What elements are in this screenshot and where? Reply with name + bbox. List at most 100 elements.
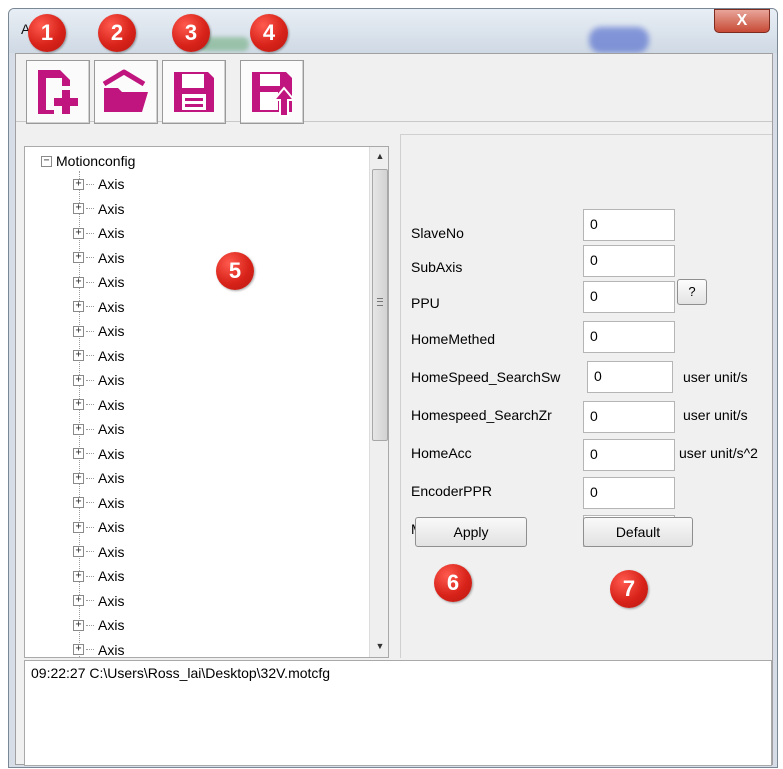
expand-icon[interactable]: + bbox=[73, 325, 84, 337]
title-decoration bbox=[589, 27, 649, 53]
tree-item-axis[interactable]: + Axis bbox=[73, 321, 124, 341]
home-method-help-button[interactable]: ? bbox=[677, 279, 707, 305]
new-file-plus-icon bbox=[38, 70, 78, 114]
annotation-marker-2: 2 bbox=[98, 14, 136, 52]
expand-icon[interactable]: + bbox=[73, 252, 84, 263]
tree-connector bbox=[86, 257, 94, 258]
tree-connector bbox=[86, 379, 94, 381]
annotation-marker-5: 5 bbox=[216, 252, 254, 290]
tree-connector bbox=[86, 551, 94, 552]
tree-item-axis[interactable]: + Axis bbox=[73, 566, 124, 586]
tree-item-label: Axis bbox=[98, 396, 125, 413]
tree-item-axis[interactable]: + Axis bbox=[73, 174, 124, 194]
field-input[interactable]: 0 bbox=[583, 321, 675, 353]
log-output[interactable]: 09:22:27 C:\Users\Ross_lai\Desktop\32V.m… bbox=[24, 660, 772, 766]
close-button[interactable]: X bbox=[714, 9, 770, 33]
tree-connector bbox=[86, 477, 94, 479]
tree-item-axis[interactable]: + Axis bbox=[73, 395, 124, 415]
tree-item-label: Axis bbox=[98, 470, 125, 486]
expand-icon[interactable]: + bbox=[73, 570, 84, 582]
save-button[interactable] bbox=[162, 60, 226, 124]
tree-item-axis[interactable]: + Axis bbox=[73, 468, 124, 488]
tree-connector bbox=[86, 526, 94, 528]
app-window: A etu X bbox=[8, 8, 778, 768]
scroll-thumb[interactable] bbox=[372, 169, 388, 441]
expand-icon[interactable]: + bbox=[73, 644, 84, 655]
expand-icon[interactable]: + bbox=[73, 448, 84, 459]
scroll-down-arrow-icon[interactable]: ▼ bbox=[370, 637, 388, 655]
field-input[interactable]: 0 bbox=[583, 401, 675, 433]
expand-icon[interactable]: + bbox=[73, 227, 84, 239]
toolbar bbox=[16, 54, 772, 124]
expand-icon[interactable]: + bbox=[73, 521, 84, 533]
tree-item-label: Axis bbox=[98, 641, 125, 658]
tree-scrollbar[interactable]: ▲ ▼ bbox=[369, 147, 388, 657]
field-input[interactable]: 0 bbox=[583, 477, 675, 509]
tree-item-axis[interactable]: + Axis bbox=[73, 248, 124, 268]
tree-item-label: Axis bbox=[98, 298, 125, 315]
expand-icon[interactable]: + bbox=[73, 595, 84, 606]
expand-icon[interactable]: + bbox=[73, 497, 84, 508]
default-button[interactable]: Default bbox=[583, 517, 693, 547]
field-input[interactable]: 0 bbox=[583, 281, 675, 313]
expand-icon[interactable]: + bbox=[73, 546, 84, 557]
open-button[interactable] bbox=[94, 60, 158, 124]
tree-connector bbox=[86, 208, 94, 209]
save-as-button[interactable] bbox=[240, 60, 304, 124]
open-folder-icon bbox=[102, 69, 148, 112]
scroll-up-arrow-icon[interactable]: ▲ bbox=[370, 147, 388, 165]
tree-item-label: Axis bbox=[98, 372, 125, 388]
field-input[interactable]: 0 bbox=[587, 361, 673, 393]
tree-item-label: Axis bbox=[98, 445, 125, 462]
tree-item-axis[interactable]: + Axis bbox=[73, 493, 124, 513]
tree-item-axis[interactable]: + Axis bbox=[73, 640, 125, 658]
expand-icon[interactable]: + bbox=[73, 399, 84, 410]
config-tree[interactable]: − Motionconfig + Axis + Axis + Axis + Axis + Axis… bbox=[24, 146, 389, 658]
field-label: SlaveNo bbox=[411, 225, 464, 241]
field-input[interactable]: 0 bbox=[583, 209, 675, 241]
tree-item-label: Axis bbox=[98, 200, 125, 217]
expand-icon[interactable]: + bbox=[73, 374, 84, 386]
log-line: 09:22:27 C:\Users\Ross_lai\Desktop\32V.m… bbox=[31, 665, 331, 681]
tree-item-label: Axis bbox=[98, 274, 125, 290]
tree-connector bbox=[86, 232, 94, 234]
client-area: − Motionconfig + Axis + Axis + Axis + Axis + Axis… bbox=[15, 53, 773, 766]
tree-item-label: Axis bbox=[98, 323, 125, 339]
tree-item-axis[interactable]: + Axis bbox=[73, 199, 124, 219]
expand-icon[interactable]: + bbox=[73, 276, 84, 288]
tree-root-node[interactable]: − Motionconfig bbox=[41, 153, 135, 169]
expand-icon[interactable]: + bbox=[73, 350, 84, 361]
expand-icon[interactable]: + bbox=[73, 472, 84, 484]
field-label: HomeAcc bbox=[411, 445, 472, 461]
tree-item-label: Axis bbox=[98, 543, 125, 560]
field-input[interactable]: 0 bbox=[583, 439, 675, 471]
tree-item-axis[interactable]: + Axis bbox=[73, 591, 124, 611]
tree-item-axis[interactable]: + Axis bbox=[73, 223, 124, 243]
field-input[interactable]: 0 bbox=[583, 245, 675, 277]
expand-icon[interactable]: + bbox=[73, 301, 84, 312]
expand-icon[interactable]: + bbox=[73, 423, 84, 435]
apply-button[interactable]: Apply bbox=[415, 517, 527, 547]
tree-item-axis[interactable]: + Axis bbox=[73, 346, 124, 366]
tree-connector bbox=[86, 624, 94, 626]
expand-icon[interactable]: + bbox=[73, 178, 84, 190]
tree-item-axis[interactable]: + Axis bbox=[73, 419, 124, 439]
tree-item-label: Axis bbox=[98, 568, 125, 584]
expand-icon[interactable]: + bbox=[73, 619, 84, 631]
expand-icon[interactable]: + bbox=[73, 203, 84, 214]
field-label: HomeSpeed_SearchSw bbox=[411, 369, 561, 385]
tree-item-axis[interactable]: + Axis bbox=[73, 272, 124, 292]
tree-item-axis[interactable]: + Axis bbox=[73, 542, 124, 562]
tree-connector bbox=[86, 355, 94, 356]
tree-item-axis[interactable]: + Axis bbox=[73, 297, 124, 317]
tree-item-label: Axis bbox=[98, 519, 125, 535]
tree-item-axis[interactable]: + Axis bbox=[73, 370, 124, 390]
tree-item-axis[interactable]: + Axis bbox=[73, 517, 124, 537]
collapse-icon[interactable]: − bbox=[41, 155, 52, 167]
tree-root-label: Motionconfig bbox=[56, 153, 136, 169]
tree-connector bbox=[86, 281, 94, 283]
tree-item-axis[interactable]: + Axis bbox=[73, 444, 124, 464]
annotation-marker-6: 6 bbox=[434, 564, 472, 602]
tree-item-axis[interactable]: + Axis bbox=[73, 615, 124, 635]
new-button[interactable] bbox=[26, 60, 90, 124]
